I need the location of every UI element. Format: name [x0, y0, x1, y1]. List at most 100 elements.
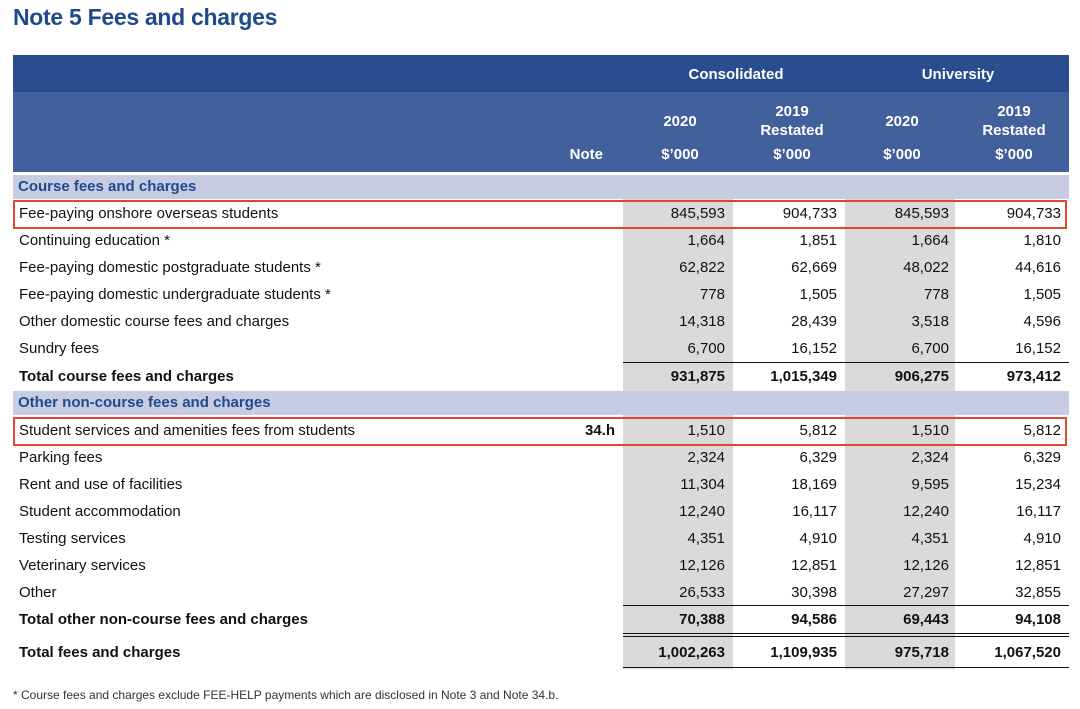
cell-university-2019: 4,596 — [1023, 313, 1061, 330]
row-label: Sundry fees — [19, 340, 100, 357]
row-label: Fee-paying domestic postgraduate student… — [19, 259, 321, 276]
page-title: Note 5 Fees and charges — [13, 4, 278, 30]
cell-consolidated-2020: 14,318 — [679, 313, 725, 330]
table-row: Testing services 4,351 4,910 4,351 4,910 — [13, 525, 1069, 552]
cell-university-2019: 904,733 — [1006, 205, 1061, 222]
cell-consolidated-2019: 16,117 — [792, 503, 837, 520]
table-row-subtotal-course: Total course fees and charges 931,875 1,01… — [13, 363, 1069, 390]
cell-consolidated-2019: 4,910 — [799, 530, 837, 547]
table-row: Fee-paying onshore overseas students 845,… — [13, 200, 1069, 227]
section-heading-other: Other non-course fees and charges — [18, 394, 271, 411]
cell-university-2019: 1,505 — [1023, 286, 1061, 303]
cell-consolidated-2019: 1,851 — [799, 232, 837, 249]
cell-consolidated-2019: 904,733 — [782, 205, 837, 222]
cell-consolidated-2019: 1,505 — [799, 286, 837, 303]
cell-consolidated-2020: 1,510 — [687, 422, 725, 439]
cell-university-2020: 12,240 — [903, 503, 949, 520]
header-university: University — [921, 66, 995, 83]
cell-university-2020: 6,700 — [911, 340, 949, 357]
header-consolidated-2019-year: 2019 — [775, 103, 809, 120]
cell-university-2019: 973,412 — [1006, 368, 1061, 385]
cell-consolidated-2020: 2,324 — [687, 449, 725, 466]
cell-consolidated-2020: 6,700 — [687, 340, 725, 357]
cell-university-2019: 15,234 — [1015, 476, 1061, 493]
table-row: Rent and use of facilities 11,304 18,169 9,… — [13, 471, 1069, 498]
cell-university-2020: 845,593 — [894, 205, 949, 222]
header-consolidated-2019-unit: $’000 — [773, 146, 811, 163]
cell-university-2020: 1,664 — [911, 232, 949, 249]
footnote: * Course fees and charges exclude FEE-HE… — [13, 688, 559, 702]
cell-university-2019: 16,152 — [1015, 340, 1061, 357]
row-label: Parking fees — [19, 449, 103, 466]
table-row-subtotal-other: Total other non-course fees and charges 7… — [13, 606, 1069, 633]
cell-university-2020: 3,518 — [911, 313, 949, 330]
cell-university-2019: 1,067,520 — [994, 644, 1061, 661]
cell-university-2020: 48,022 — [903, 259, 949, 276]
row-label: Other — [19, 584, 57, 601]
section-heading-course: Course fees and charges — [18, 178, 197, 195]
cell-consolidated-2019: 28,439 — [791, 313, 837, 330]
cell-consolidated-2019: 62,669 — [791, 259, 837, 276]
row-label: Total other non-course fees and charges — [19, 611, 308, 628]
cell-consolidated-2019: 6,329 — [799, 449, 837, 466]
row-label: Other domestic course fees and charges — [19, 313, 290, 330]
total-rule-1 — [623, 633, 1069, 634]
cell-university-2020: 12,126 — [903, 557, 949, 574]
cell-university-2020: 906,275 — [894, 368, 949, 385]
header-consolidated-2020-unit: $’000 — [661, 146, 699, 163]
subtotal-rule-course — [623, 362, 1069, 363]
cell-consolidated-2020: 931,875 — [670, 368, 725, 385]
row-label: Testing services — [19, 530, 126, 547]
table-row: Other 26,533 30,398 27,297 32,855 — [13, 579, 1069, 606]
row-label: Student services and amenities fees from… — [19, 422, 356, 439]
table-row: Parking fees 2,324 6,329 2,324 6,329 — [13, 444, 1069, 471]
header-university-2019-year: 2019 — [997, 103, 1031, 120]
row-note-ref: 34.h — [584, 422, 615, 439]
header-university-2019-restated: Restated — [982, 122, 1046, 139]
cell-consolidated-2020: 1,664 — [687, 232, 725, 249]
cell-consolidated-2020: 845,593 — [670, 205, 725, 222]
cell-university-2019: 16,117 — [1016, 503, 1061, 520]
header-consolidated-2020-year: 2020 — [663, 113, 697, 130]
cell-consolidated-2020: 12,240 — [679, 503, 725, 520]
cell-consolidated-2019: 18,169 — [791, 476, 837, 493]
cell-university-2020: 1,510 — [911, 422, 949, 439]
cell-university-2020: 9,595 — [911, 476, 949, 493]
row-label: Continuing education * — [19, 232, 170, 249]
cell-university-2019: 44,616 — [1015, 259, 1061, 276]
cell-university-2020: 27,297 — [903, 584, 949, 601]
cell-consolidated-2020: 11,304 — [680, 476, 725, 493]
cell-university-2020: 2,324 — [911, 449, 949, 466]
header-university-2020-year: 2020 — [885, 113, 919, 130]
cell-consolidated-2020: 4,351 — [687, 530, 725, 547]
table-row-grand-total: Total fees and charges 1,002,263 1,109,935… — [13, 639, 1069, 666]
header-university-2019-unit: $’000 — [995, 146, 1033, 163]
table-row: Sundry fees 6,700 16,152 6,700 16,152 — [13, 335, 1069, 362]
table-row: Student services and amenities fees from… — [13, 417, 1069, 444]
cell-university-2020: 69,443 — [903, 611, 949, 628]
table-header-group-row: Consolidated University — [13, 55, 1069, 92]
table-row: Other domestic course fees and charges 14… — [13, 308, 1069, 335]
row-label: Student accommodation — [19, 503, 181, 520]
cell-consolidated-2020: 12,126 — [679, 557, 725, 574]
cell-consolidated-2019: 1,109,935 — [770, 644, 837, 661]
table-row: Continuing education * 1,664 1,851 1,664 1,8… — [13, 227, 1069, 254]
cell-consolidated-2019: 1,015,349 — [770, 368, 837, 385]
cell-consolidated-2020: 778 — [699, 286, 725, 303]
row-label: Total course fees and charges — [19, 368, 234, 385]
table-row: Fee-paying domestic undergraduate studen… — [13, 281, 1069, 308]
header-consolidated-2019-restated: Restated — [760, 122, 824, 139]
cell-university-2019: 12,851 — [1015, 557, 1061, 574]
table-row: Student accommodation 12,240 16,117 12,240 1… — [13, 498, 1069, 525]
header-consolidated: Consolidated — [688, 66, 784, 83]
cell-university-2019: 6,329 — [1023, 449, 1061, 466]
cell-university-2019: 5,812 — [1023, 422, 1061, 439]
total-rule-2 — [623, 636, 1069, 637]
header-university-2020-unit: $’000 — [883, 146, 921, 163]
row-label: Total fees and charges — [19, 644, 181, 661]
cell-consolidated-2019: 5,812 — [799, 422, 837, 439]
cell-consolidated-2019: 16,152 — [791, 340, 837, 357]
cell-university-2020: 975,718 — [894, 644, 949, 661]
table-header-column-row: Note 2020 $’000 2019 Restated $’000 2020… — [13, 92, 1069, 172]
table-row: Fee-paying domestic postgraduate student… — [13, 254, 1069, 281]
